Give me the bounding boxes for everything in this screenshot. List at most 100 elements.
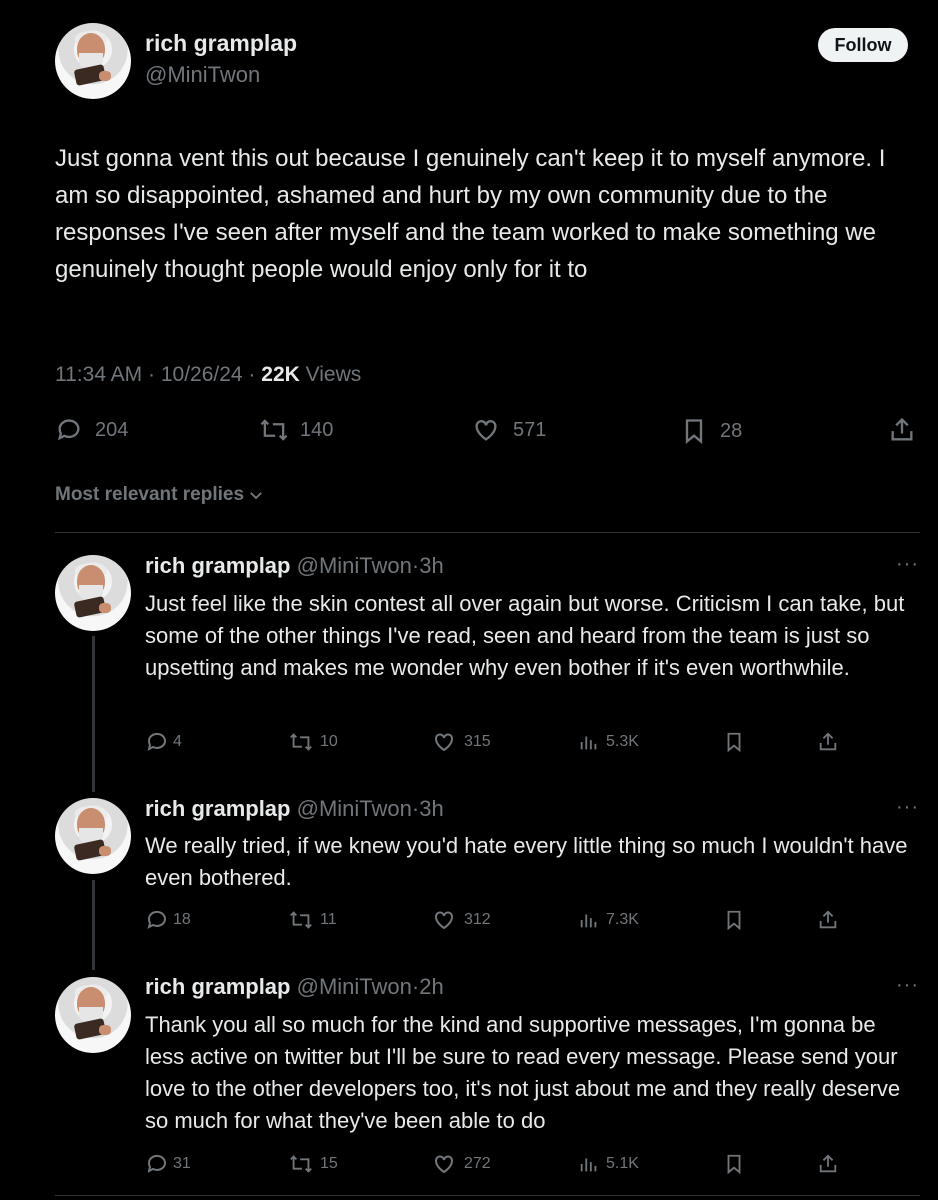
post-meta: 11:34 AM · 10/26/24 · 22K Views — [55, 363, 362, 386]
divider — [55, 1195, 920, 1196]
repost-button[interactable]: 140 — [258, 416, 333, 444]
heart-icon — [475, 420, 497, 441]
bookmark-button[interactable]: 28 — [680, 416, 742, 446]
divider — [55, 532, 920, 533]
reply-count: 4 — [173, 733, 182, 750]
views-count: 7.3K — [606, 911, 639, 928]
like-button[interactable]: 272 — [432, 1152, 491, 1176]
reply-text: We really tried, if we knew you'd hate e… — [145, 833, 908, 890]
reply-display-name[interactable]: rich gramplap — [145, 974, 290, 999]
share-button[interactable] — [817, 1152, 839, 1176]
reply-icon — [147, 732, 166, 751]
reply-count: 204 — [95, 418, 129, 441]
reply-icon — [147, 1154, 166, 1173]
reply-avatar[interactable] — [55, 555, 131, 631]
reply-time[interactable]: 2h — [419, 974, 443, 999]
reply-icon — [147, 910, 166, 929]
repost-count: 10 — [320, 733, 338, 750]
replies-sort-label: Most relevant replies — [55, 484, 245, 505]
bookmark-icon — [727, 1154, 741, 1175]
bookmark-button[interactable] — [723, 730, 745, 754]
repost-count: 11 — [320, 911, 337, 928]
avatar[interactable] — [55, 23, 131, 99]
post-time[interactable]: 11:34 AM — [55, 363, 142, 386]
repost-icon — [260, 419, 288, 441]
reply-button[interactable]: 18 — [145, 908, 191, 932]
share-icon — [819, 1154, 837, 1173]
more-icon[interactable]: ··· — [896, 974, 919, 997]
views-button[interactable]: 5.1K — [578, 1152, 639, 1176]
views-icon — [580, 914, 597, 928]
reply-display-name[interactable]: rich gramplap — [145, 553, 290, 578]
reply-author[interactable]: rich gramplap @MiniTwon·3h — [145, 553, 444, 579]
heart-icon — [435, 733, 453, 752]
like-count: 571 — [513, 418, 547, 441]
repost-count: 15 — [320, 1155, 338, 1172]
reply-count: 31 — [173, 1155, 191, 1172]
bookmark-icon — [727, 732, 741, 753]
like-button[interactable]: 315 — [432, 730, 491, 754]
views-count: 5.3K — [606, 733, 639, 750]
share-icon — [819, 910, 837, 929]
heart-icon — [435, 1155, 453, 1174]
share-button[interactable] — [817, 730, 839, 754]
bookmark-icon — [727, 910, 741, 931]
reply-handle[interactable]: @MiniTwon — [297, 974, 412, 999]
reply-time[interactable]: 3h — [419, 553, 443, 578]
reply-author[interactable]: rich gramplap @MiniTwon·3h — [145, 796, 444, 822]
like-button[interactable]: 571 — [471, 416, 546, 444]
views-count: 22K — [261, 363, 300, 386]
repost-button[interactable]: 11 — [288, 908, 337, 932]
views-button[interactable]: 7.3K — [578, 908, 639, 932]
chevron-down-icon — [250, 492, 262, 500]
repost-icon — [290, 733, 312, 751]
repost-icon — [290, 911, 312, 929]
repost-icon — [290, 1155, 312, 1173]
repost-button[interactable]: 10 — [288, 730, 338, 754]
thread-line — [92, 880, 95, 970]
reply-icon — [57, 419, 80, 441]
repost-count: 140 — [300, 418, 334, 441]
views-icon — [580, 1158, 597, 1172]
bookmark-button[interactable] — [723, 1152, 745, 1176]
reply-avatar[interactable] — [55, 798, 131, 874]
author-display-name[interactable]: rich gramplap — [145, 30, 297, 57]
heart-icon — [435, 911, 453, 930]
reply-text: Thank you all so much for the kind and s… — [145, 1012, 901, 1133]
repost-button[interactable]: 15 — [288, 1152, 338, 1176]
more-icon[interactable]: ··· — [896, 796, 919, 819]
reply-avatar[interactable] — [55, 977, 131, 1053]
follow-button[interactable]: Follow — [818, 28, 908, 62]
like-count: 312 — [464, 911, 491, 928]
bookmark-button[interactable] — [723, 908, 745, 932]
replies-sort-dropdown[interactable]: Most relevant replies — [55, 484, 265, 506]
views-count: 5.1K — [606, 1155, 639, 1172]
reply-time[interactable]: 3h — [419, 796, 443, 821]
views-icon — [580, 736, 597, 750]
post-text: Just gonna vent this out because I genui… — [55, 145, 886, 283]
reply-handle[interactable]: @MiniTwon — [297, 796, 412, 821]
share-button[interactable] — [817, 908, 839, 932]
views-button[interactable]: 5.3K — [578, 730, 639, 754]
thread-line — [92, 636, 95, 792]
reply-count: 18 — [173, 911, 191, 928]
share-icon — [891, 417, 913, 441]
reply-button[interactable]: 4 — [145, 730, 182, 754]
like-button[interactable]: 312 — [432, 908, 491, 932]
reply-handle[interactable]: @MiniTwon — [297, 553, 412, 578]
more-icon[interactable]: ··· — [896, 553, 919, 576]
post-date[interactable]: 10/26/24 — [161, 363, 243, 386]
like-count: 315 — [464, 733, 491, 750]
reply-author[interactable]: rich gramplap @MiniTwon·2h — [145, 974, 444, 1000]
reply-text: Just feel like the skin contest all over… — [145, 591, 905, 680]
reply-button[interactable]: 204 — [55, 416, 128, 444]
like-count: 272 — [464, 1155, 491, 1172]
reply-display-name[interactable]: rich gramplap — [145, 796, 290, 821]
share-button[interactable] — [888, 416, 916, 444]
views-label: Views — [305, 363, 362, 386]
author-handle[interactable]: @MiniTwon — [145, 62, 260, 88]
bookmark-icon — [685, 419, 703, 444]
share-icon — [819, 732, 837, 751]
bookmark-count: 28 — [720, 419, 743, 442]
reply-button[interactable]: 31 — [145, 1152, 191, 1176]
